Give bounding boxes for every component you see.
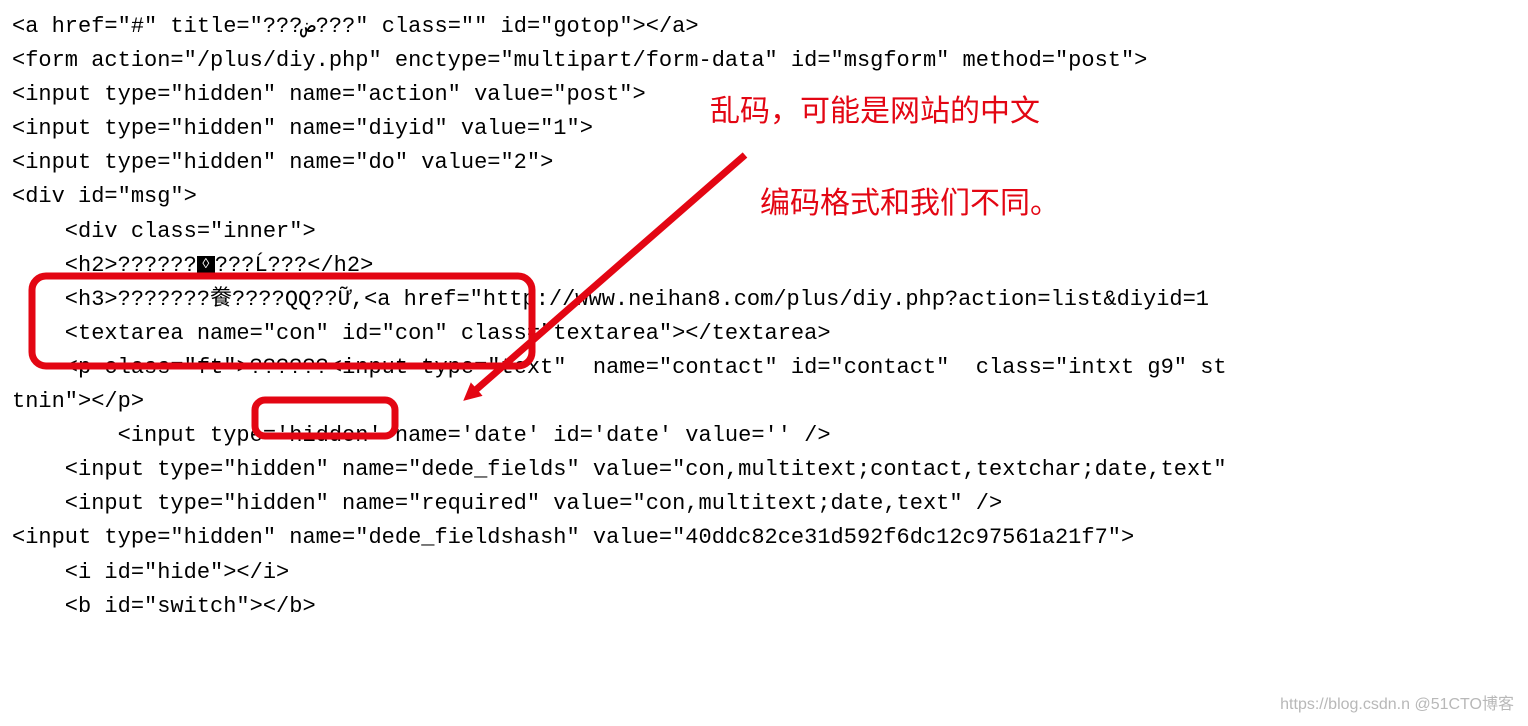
- code-line: <input type="hidden" name="dede_fieldsha…: [12, 525, 1134, 550]
- code-line: <b id="switch"></b>: [12, 594, 316, 619]
- code-line: <input type="hidden" name="required" val…: [12, 491, 1002, 516]
- code-line: <i id="hide"></i>: [12, 560, 289, 585]
- code-line: <a href="http://www.neihan8.com/plus/diy…: [364, 287, 1209, 312]
- code-line: <div class="inner">: [12, 219, 316, 244]
- code-line: <input type="hidden" name="dede_fields" …: [12, 457, 1227, 482]
- replacement-char-icon: ◊: [197, 256, 215, 274]
- code-line: >??????<: [236, 355, 342, 380]
- code-line: <input type='hidden' name='date' id='dat…: [12, 423, 831, 448]
- code-line: <input type="hidden" name="do" value="2"…: [12, 150, 553, 175]
- code-line: <div id="msg">: [12, 184, 197, 209]
- code-line: <a href="#" title="???: [12, 14, 302, 39]
- code-line: ???Ĺ???</h2>: [215, 253, 373, 278]
- annotation-line-2: 编码格式和我们不同。: [760, 180, 1060, 228]
- code-line: tnin"></p>: [12, 389, 144, 414]
- annotation-line-1: 乱码，可能是网站的中文: [710, 88, 1040, 136]
- code-line: <h3>???????餋????QQ??Ữ,: [12, 287, 364, 312]
- code-line: ???" class="" id="gotop"></a>: [316, 14, 699, 39]
- code-line: <input type="hidden" name="diyid" value=…: [12, 116, 593, 141]
- code-line: <input type="hidden" name="action" value…: [12, 82, 646, 107]
- watermark: https://blog.csdn.n @51CTO博客: [1280, 693, 1514, 718]
- code-line: input type="text" name="contact" id="con…: [342, 355, 1227, 380]
- code-glyph: ض: [302, 14, 315, 39]
- code-line: <p class="ft": [12, 355, 236, 380]
- code-line: <h2>??????: [12, 253, 197, 278]
- code-line: <form action="/plus/diy.php" enctype="mu…: [12, 48, 1147, 73]
- code-line: <textarea name="con" id="con" class="tex…: [12, 321, 831, 346]
